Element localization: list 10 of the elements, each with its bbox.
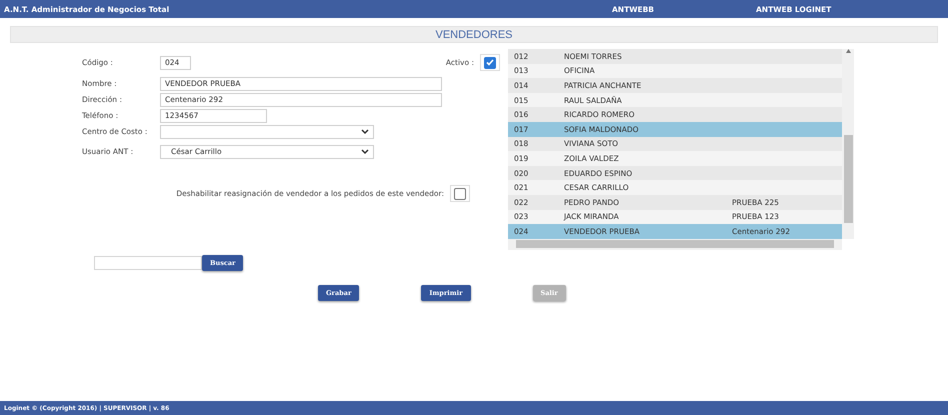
search-field[interactable] [94,256,202,270]
scroll-arrow-icon[interactable] [846,49,850,53]
page-title: VENDEDORES [10,26,938,43]
chevron-down-icon [361,128,369,134]
dropdown[interactable] [160,124,374,138]
vertical-scrollbar[interactable] [842,49,854,239]
horizontal-scrollbar[interactable] [508,238,842,250]
checkbox[interactable] [454,188,466,200]
checkbox[interactable] [484,56,496,68]
chevron-down-icon [361,148,369,154]
